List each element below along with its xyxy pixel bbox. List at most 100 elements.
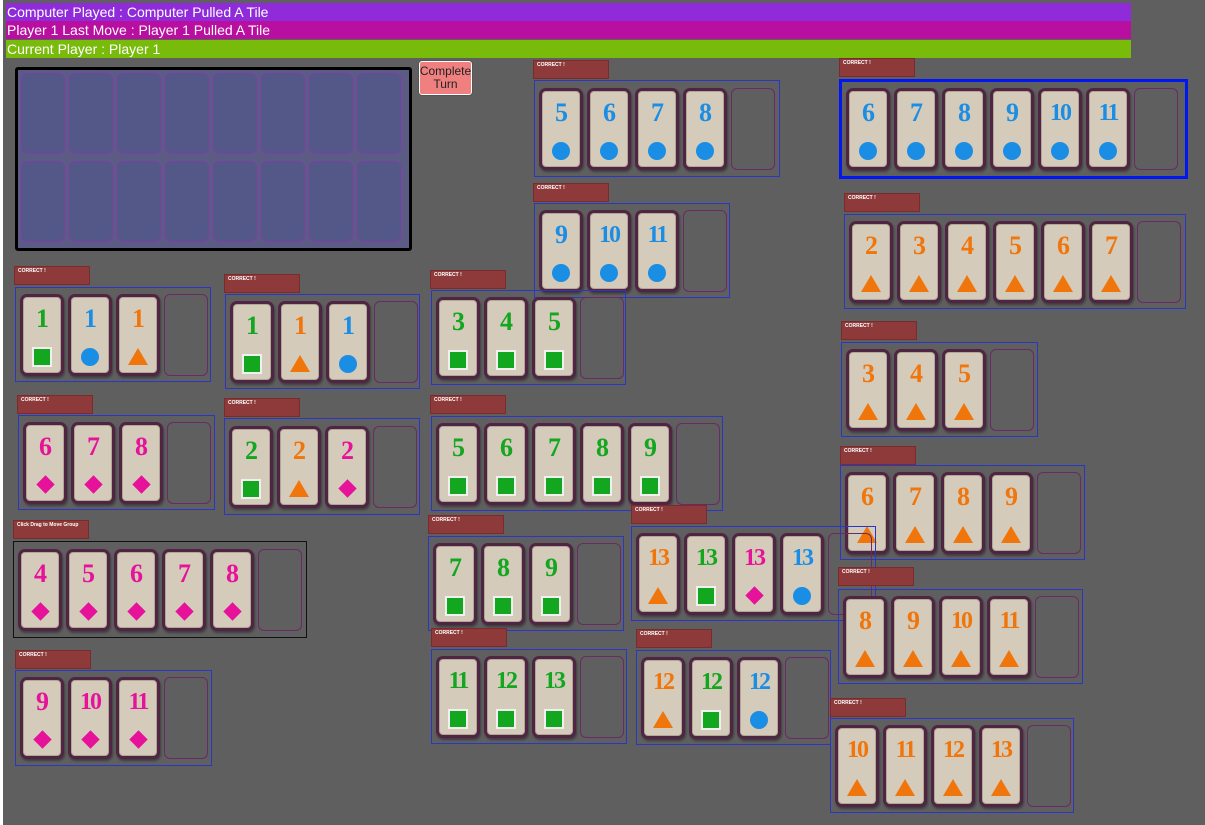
tile-pink-8[interactable]: 8 xyxy=(210,549,254,631)
empty-drop-slot[interactable] xyxy=(577,543,621,625)
tile-orange-8[interactable]: 8 xyxy=(941,472,985,554)
tile-orange-12[interactable]: 12 xyxy=(931,725,975,807)
tile-orange-9[interactable]: 9 xyxy=(989,472,1033,554)
tile-group[interactable]: 6 7 8 9 xyxy=(840,465,1085,560)
tile-green-13[interactable]: 13 xyxy=(684,533,728,615)
tile-green-3[interactable]: 3 xyxy=(436,297,480,379)
tile-orange-4[interactable]: 4 xyxy=(894,349,938,431)
tile-group[interactable]: 2 3 4 5 6 7 xyxy=(844,214,1186,309)
empty-drop-slot[interactable] xyxy=(1035,596,1079,678)
tile-blue-9[interactable]: 9 xyxy=(990,88,1034,170)
tile-green-5[interactable]: 5 xyxy=(532,297,576,379)
tile-green-9[interactable]: 9 xyxy=(529,543,573,625)
tile-group[interactable]: 7 8 9 xyxy=(428,536,624,631)
tile-orange-9[interactable]: 9 xyxy=(891,596,935,678)
tile-orange-11[interactable]: 11 xyxy=(883,725,927,807)
empty-drop-slot[interactable] xyxy=(373,426,417,508)
tile-pink-6[interactable]: 6 xyxy=(114,549,158,631)
tile-orange-3[interactable]: 3 xyxy=(897,221,941,303)
hand-slot[interactable] xyxy=(309,73,353,154)
tile-group[interactable]: 2 2 2 xyxy=(224,418,420,515)
hand-slot[interactable] xyxy=(69,73,113,154)
hand-slot[interactable] xyxy=(309,161,353,242)
empty-drop-slot[interactable] xyxy=(785,657,829,739)
empty-drop-slot[interactable] xyxy=(164,677,208,759)
tile-blue-7[interactable]: 7 xyxy=(635,88,679,170)
empty-drop-slot[interactable] xyxy=(1037,472,1081,554)
tile-orange-10[interactable]: 10 xyxy=(835,725,879,807)
empty-drop-slot[interactable] xyxy=(580,297,624,379)
tile-orange-4[interactable]: 4 xyxy=(945,221,989,303)
tile-green-6[interactable]: 6 xyxy=(484,423,528,505)
tile-blue-6[interactable]: 6 xyxy=(846,88,890,170)
tile-blue-5[interactable]: 5 xyxy=(539,88,583,170)
tile-green-1[interactable]: 1 xyxy=(20,294,64,376)
tile-orange-13[interactable]: 13 xyxy=(636,533,680,615)
hand-slot[interactable] xyxy=(261,73,305,154)
tile-green-1[interactable]: 1 xyxy=(230,301,274,383)
tile-pink-4[interactable]: 4 xyxy=(18,549,62,631)
tile-group[interactable]: 12 12 12 xyxy=(636,650,831,745)
tile-green-12[interactable]: 12 xyxy=(689,657,733,739)
tile-group[interactable]: 3 4 5 xyxy=(431,290,626,385)
empty-drop-slot[interactable] xyxy=(167,422,211,504)
hand-slot[interactable] xyxy=(357,161,401,242)
tile-group[interactable]: 4 5 6 7 8 xyxy=(13,541,307,638)
tile-pink-13[interactable]: 13 xyxy=(732,533,776,615)
tile-green-13[interactable]: 13 xyxy=(532,656,576,738)
empty-drop-slot[interactable] xyxy=(258,549,302,631)
empty-drop-slot[interactable] xyxy=(1137,221,1181,303)
tile-pink-10[interactable]: 10 xyxy=(68,677,112,759)
empty-drop-slot[interactable] xyxy=(580,656,624,738)
complete-turn-button[interactable]: Complete Turn xyxy=(418,60,473,96)
tile-green-8[interactable]: 8 xyxy=(580,423,624,505)
tile-blue-8[interactable]: 8 xyxy=(683,88,727,170)
empty-drop-slot[interactable] xyxy=(1027,725,1071,807)
tile-group[interactable]: 11 12 13 xyxy=(431,649,627,744)
tile-pink-7[interactable]: 7 xyxy=(71,422,115,504)
hand-slot[interactable] xyxy=(165,73,209,154)
tile-blue-13[interactable]: 13 xyxy=(780,533,824,615)
tile-blue-10[interactable]: 10 xyxy=(587,210,631,292)
tile-group[interactable]: 1 1 1 xyxy=(225,294,420,389)
tile-blue-11[interactable]: 11 xyxy=(1086,88,1130,170)
tile-blue-9[interactable]: 9 xyxy=(539,210,583,292)
tile-pink-5[interactable]: 5 xyxy=(66,549,110,631)
tile-group[interactable]: 8 9 10 11 xyxy=(838,589,1083,684)
hand-slot[interactable] xyxy=(165,161,209,242)
empty-drop-slot[interactable] xyxy=(374,301,418,383)
tile-green-8[interactable]: 8 xyxy=(481,543,525,625)
tile-blue-11[interactable]: 11 xyxy=(635,210,679,292)
empty-drop-slot[interactable] xyxy=(683,210,727,292)
tile-group[interactable]: 3 4 5 xyxy=(841,342,1038,437)
tile-group[interactable]: 5 6 7 8 xyxy=(534,80,780,177)
tile-green-12[interactable]: 12 xyxy=(484,656,528,738)
tile-group[interactable]: 9 10 11 xyxy=(534,203,730,298)
player-hand-rack[interactable] xyxy=(15,67,412,251)
tile-blue-1[interactable]: 1 xyxy=(326,301,370,383)
tile-blue-12[interactable]: 12 xyxy=(737,657,781,739)
hand-slot[interactable] xyxy=(21,161,65,242)
tile-orange-3[interactable]: 3 xyxy=(846,349,890,431)
tile-orange-13[interactable]: 13 xyxy=(979,725,1023,807)
tile-group-selected[interactable]: 6 7 8 9 10 11 xyxy=(839,79,1188,179)
hand-slot[interactable] xyxy=(117,161,161,242)
tile-pink-8[interactable]: 8 xyxy=(119,422,163,504)
hand-slot[interactable] xyxy=(357,73,401,154)
tile-blue-7[interactable]: 7 xyxy=(894,88,938,170)
tile-green-7[interactable]: 7 xyxy=(433,543,477,625)
tile-green-9[interactable]: 9 xyxy=(628,423,672,505)
empty-drop-slot[interactable] xyxy=(731,88,775,170)
tile-pink-9[interactable]: 9 xyxy=(20,677,64,759)
tile-green-7[interactable]: 7 xyxy=(532,423,576,505)
tile-group[interactable]: 1 1 1 xyxy=(15,287,211,382)
tile-green-2[interactable]: 2 xyxy=(229,426,273,508)
hand-slot[interactable] xyxy=(213,73,257,154)
tile-blue-10[interactable]: 10 xyxy=(1038,88,1082,170)
tile-pink-7[interactable]: 7 xyxy=(162,549,206,631)
tile-pink-11[interactable]: 11 xyxy=(116,677,160,759)
empty-drop-slot[interactable] xyxy=(990,349,1034,431)
empty-drop-slot[interactable] xyxy=(1134,88,1178,170)
tile-orange-1[interactable]: 1 xyxy=(116,294,160,376)
tile-orange-5[interactable]: 5 xyxy=(942,349,986,431)
